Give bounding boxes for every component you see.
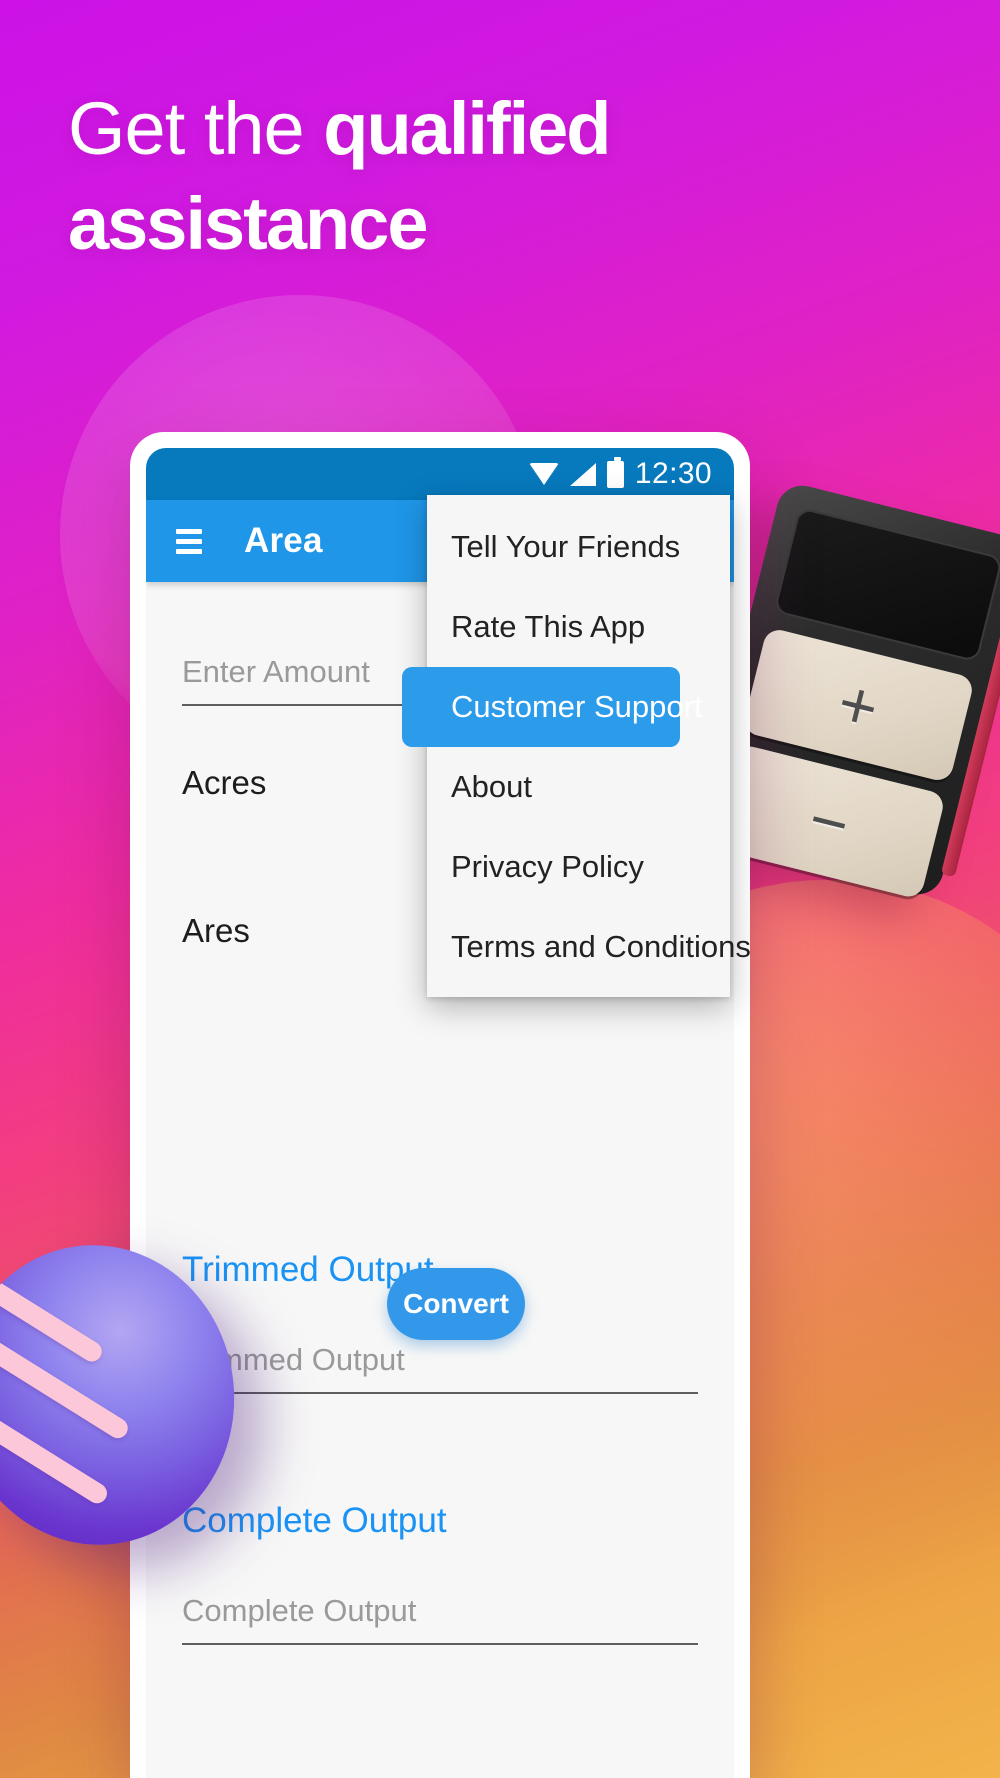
complete-output-heading: Complete Output [182,1501,447,1540]
menu-item-terms-and-conditions[interactable]: Terms and Conditions [427,907,751,987]
battery-icon [606,456,624,488]
hamburger-menu-icon[interactable] [176,528,202,554]
menu-item-tell-your-friends[interactable]: Tell Your Friends [427,507,730,587]
unit-to-label: Ares [182,912,250,949]
menu-item-privacy-policy[interactable]: Privacy Policy [427,827,730,907]
menu-item-about[interactable]: About [427,747,730,827]
trimmed-output-placeholder: Trimmed Output [182,1342,405,1377]
status-bar-clock: 12:30 [634,457,712,490]
signal-icon [569,462,596,486]
complete-output-input[interactable]: Complete Output [182,1593,698,1645]
menu-item-rate-this-app[interactable]: Rate This App [427,587,730,667]
overflow-menu: Tell Your Friends Rate This App Customer… [402,495,751,997]
wifi-icon [528,463,559,485]
unit-from-label: Acres [182,764,267,801]
promo-headline: Get the qualified assistance [68,82,848,271]
status-bar: 12:30 [146,448,734,500]
page-title: Area [244,521,323,560]
menu-item-customer-support[interactable]: Customer Support [402,667,703,747]
headline-normal-part: Get the [68,87,324,170]
convert-button[interactable]: Convert [387,1268,525,1340]
complete-output-placeholder: Complete Output [182,1593,417,1628]
sphere-stripe [0,1264,106,1366]
trimmed-output-input[interactable]: Trimmed Output [182,1342,698,1394]
